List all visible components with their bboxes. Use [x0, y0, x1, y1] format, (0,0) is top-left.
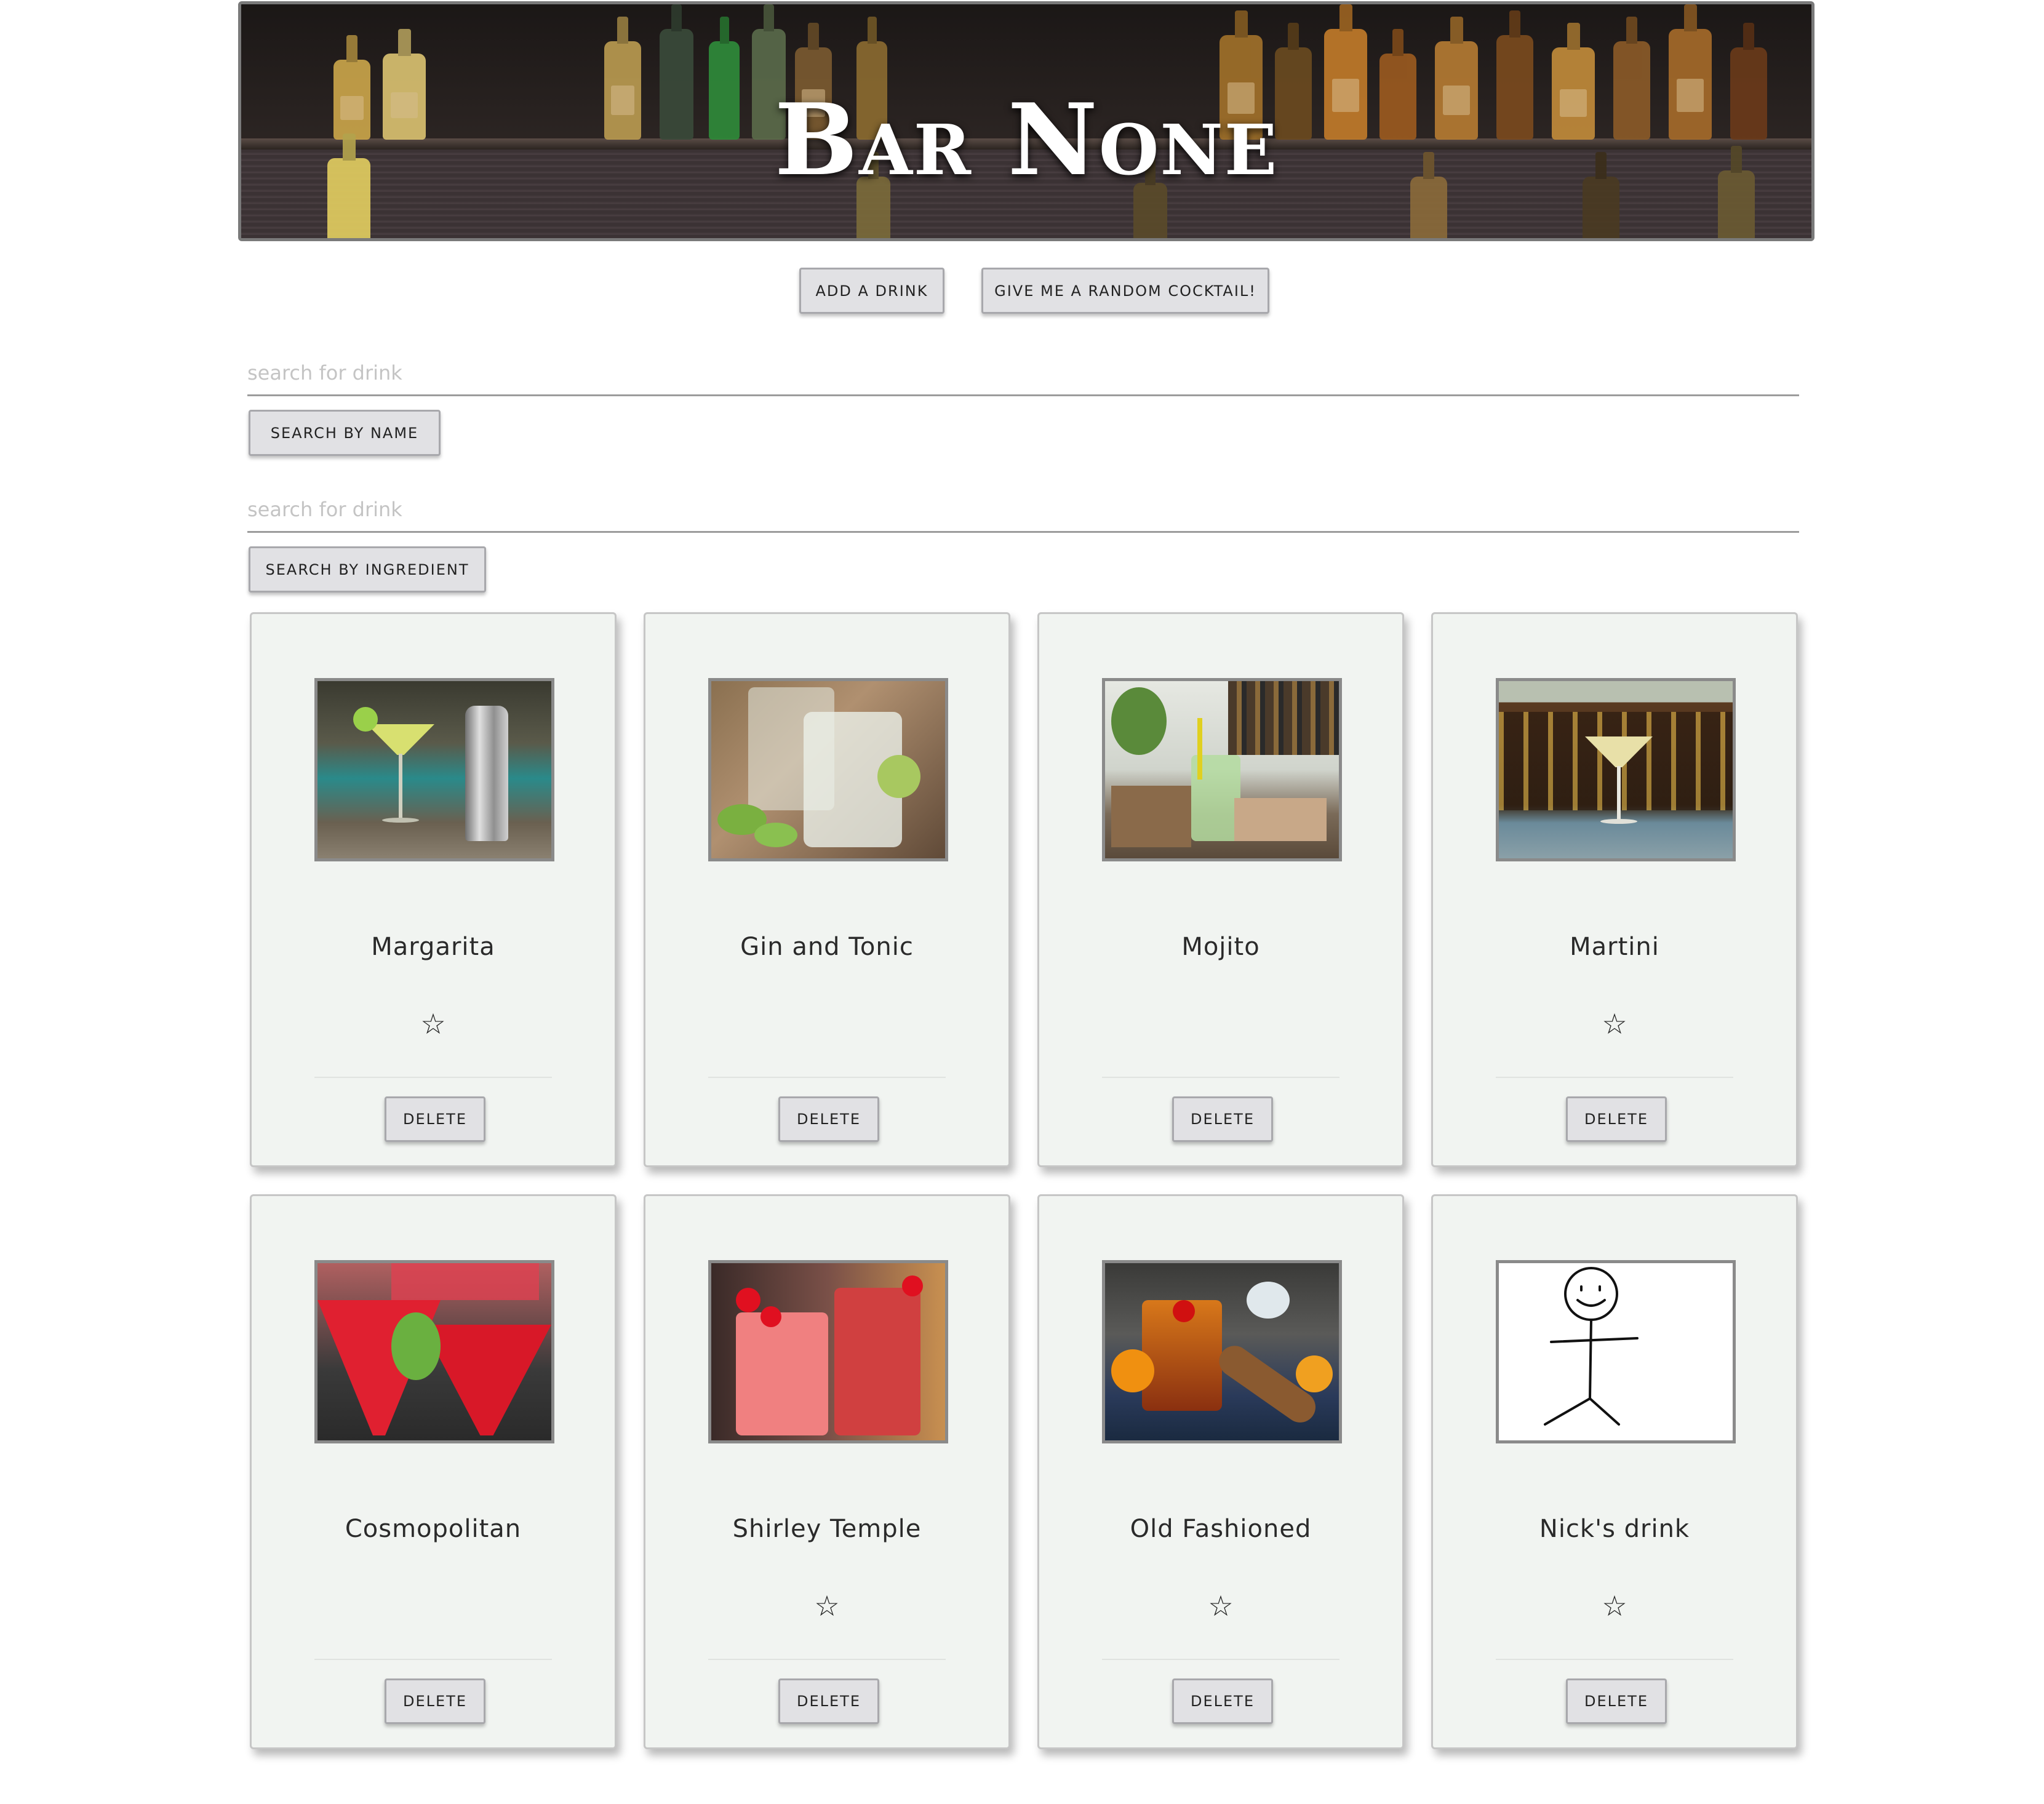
delete-button[interactable]: Delete	[1566, 1678, 1667, 1724]
card-divider	[708, 1077, 946, 1078]
delete-button[interactable]: Delete	[1172, 1678, 1273, 1724]
drink-name: Cosmopolitan	[345, 1515, 522, 1543]
hero-banner: Bar None	[238, 1, 1814, 241]
card-divider	[314, 1659, 552, 1660]
drink-image	[1102, 1260, 1342, 1443]
drink-name: Nick's drink	[1539, 1515, 1690, 1543]
drink-name: Mojito	[1181, 933, 1260, 961]
card-divider	[708, 1659, 946, 1660]
drink-name: Gin and Tonic	[740, 933, 914, 961]
delete-button[interactable]: Delete	[778, 1096, 879, 1142]
card-divider	[1496, 1077, 1733, 1078]
page: Bar None Add a drink Give me a random co…	[0, 0, 2044, 1804]
site-title: Bar None	[774, 82, 1279, 198]
favorite-star-icon[interactable]: ☆	[1433, 1590, 1796, 1622]
drink-name: Martini	[1570, 933, 1659, 961]
drink-name: Shirley Temple	[732, 1515, 922, 1543]
card-divider	[1496, 1659, 1733, 1660]
delete-button[interactable]: Delete	[778, 1678, 879, 1724]
drink-image	[314, 678, 554, 861]
search-by-ingredient-button[interactable]: Search by ingredient	[249, 546, 486, 593]
delete-button[interactable]: Delete	[1566, 1096, 1667, 1142]
stick-figure-drawing	[1544, 1267, 1639, 1426]
drink-name: Old Fashioned	[1130, 1515, 1312, 1543]
favorite-star-icon[interactable]: ☆	[252, 1008, 615, 1040]
favorite-star-icon[interactable]: ☆	[1433, 1008, 1796, 1040]
drink-image	[1496, 1260, 1736, 1443]
drink-card: Martini ☆ Delete	[1431, 612, 1798, 1167]
card-divider	[1102, 1659, 1339, 1660]
drink-name: Margarita	[371, 933, 495, 961]
drink-card: Gin and Tonic Delete	[644, 612, 1010, 1167]
search-ingredient-input[interactable]	[247, 487, 1799, 533]
delete-button[interactable]: Delete	[385, 1678, 485, 1724]
search-name-input[interactable]	[247, 351, 1799, 396]
card-divider	[314, 1077, 552, 1078]
add-drink-button[interactable]: Add a drink	[799, 268, 944, 314]
card-divider	[1102, 1077, 1339, 1078]
random-cocktail-button[interactable]: Give me a random cocktail!	[981, 268, 1269, 314]
delete-button[interactable]: Delete	[385, 1096, 485, 1142]
search-by-name-button[interactable]: Search by name	[249, 410, 441, 456]
drink-image	[708, 1260, 948, 1443]
drink-card: Margarita ☆ Delete	[250, 612, 617, 1167]
favorite-star-icon[interactable]: ☆	[1039, 1590, 1402, 1622]
favorite-star-icon[interactable]: ☆	[645, 1590, 1008, 1622]
drink-card: Old Fashioned ☆ Delete	[1037, 1194, 1404, 1749]
drink-image	[708, 678, 948, 861]
drink-card: Mojito Delete	[1037, 612, 1404, 1167]
drink-card: Cosmopolitan Delete	[250, 1194, 617, 1749]
delete-button[interactable]: Delete	[1172, 1096, 1273, 1142]
drink-card: Shirley Temple ☆ Delete	[644, 1194, 1010, 1749]
drink-image	[314, 1260, 554, 1443]
drink-card: Nick's drink ☆ Delete	[1431, 1194, 1798, 1749]
drink-image	[1102, 678, 1342, 861]
drink-image	[1496, 678, 1736, 861]
